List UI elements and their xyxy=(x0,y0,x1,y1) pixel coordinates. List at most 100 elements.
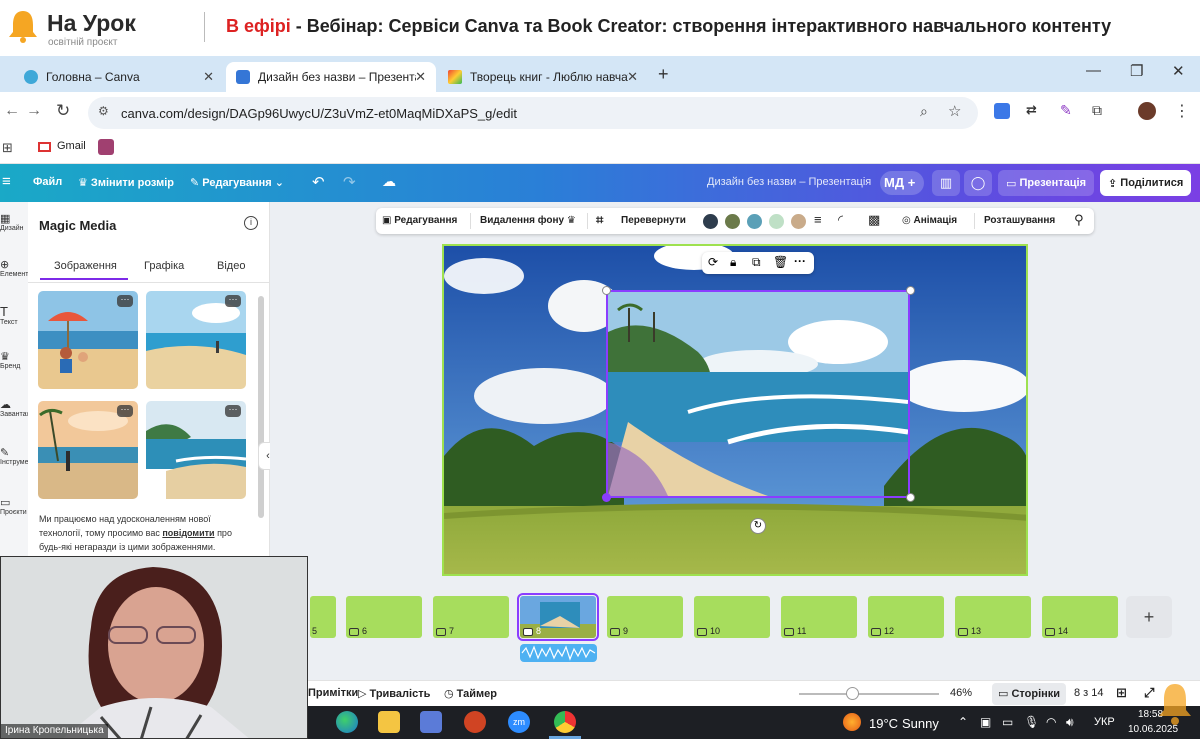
page-thumbnail[interactable]: 7 xyxy=(433,596,509,638)
zoom-app-icon[interactable]: zm xyxy=(508,711,530,733)
position-button[interactable]: Розташування xyxy=(984,215,1055,226)
page-thumbnail[interactable]: 11 xyxy=(781,596,857,638)
paint-format-icon[interactable]: ⚲ xyxy=(1074,212,1084,228)
bookmark-gmail[interactable]: Gmail xyxy=(57,140,86,152)
page-thumbnail-current[interactable]: 8 xyxy=(517,593,599,641)
delete-icon[interactable]: 🗑︎ xyxy=(773,255,788,269)
wifi-icon[interactable]: ◠ xyxy=(1046,715,1056,729)
color-swatch[interactable] xyxy=(747,214,762,229)
rail-text[interactable]: T Текст xyxy=(0,304,28,326)
duration-button[interactable]: ▷ Тривалість xyxy=(358,687,430,700)
minimize-button[interactable]: — xyxy=(1086,62,1101,79)
resize-handle[interactable] xyxy=(602,286,611,295)
tab-book-creator[interactable]: Творець книг - Люблю навчатися ✕ xyxy=(438,62,648,92)
file-explorer-icon[interactable] xyxy=(378,711,400,733)
resize-button[interactable]: ♛ Змінити розмір xyxy=(78,176,174,189)
corner-rounding-icon[interactable]: ◜ xyxy=(838,212,843,228)
rail-tools[interactable]: ✎ Інструменти xyxy=(0,446,39,466)
new-tab-button[interactable]: + xyxy=(658,64,669,85)
tab-graphics[interactable]: Графіка xyxy=(144,260,184,272)
tab-images[interactable]: Зображення xyxy=(54,260,117,272)
edge-icon[interactable] xyxy=(336,711,358,733)
resize-handle[interactable] xyxy=(906,493,915,502)
present-button[interactable]: ▭ Презентація xyxy=(998,170,1095,196)
selected-beach-image[interactable] xyxy=(606,290,910,498)
page-thumbnail[interactable]: 13 xyxy=(955,596,1031,638)
battery-icon[interactable]: ▭ xyxy=(1002,715,1013,729)
animation-button[interactable]: ◎ Анімація xyxy=(902,215,957,226)
menu-hamburger-icon[interactable]: ≡ xyxy=(2,173,11,190)
rotate-icon[interactable]: ↻ xyxy=(750,518,766,534)
rail-projects[interactable]: ▭ Проєкти xyxy=(0,496,28,516)
zoom-icon[interactable]: ⌕ xyxy=(920,103,928,120)
volume-icon[interactable]: 🔊︎ xyxy=(1066,715,1074,730)
back-arrow-icon[interactable]: ← xyxy=(4,102,20,120)
resize-handle[interactable] xyxy=(602,493,611,502)
regenerate-icon[interactable]: ⟳ xyxy=(708,255,718,269)
page-thumbnail[interactable]: 10 xyxy=(694,596,770,638)
transparency-icon[interactable]: ▩ xyxy=(868,212,880,228)
close-window-button[interactable]: ✕ xyxy=(1172,62,1185,80)
close-tab-icon[interactable]: ✕ xyxy=(203,69,214,85)
comment-icon[interactable]: ◯ xyxy=(964,170,992,196)
edit-image-button[interactable]: ▣ Редагування xyxy=(382,215,457,226)
powerpoint-icon[interactable] xyxy=(464,711,486,733)
zoom-level[interactable]: 46% xyxy=(950,687,972,699)
border-style-icon[interactable]: ≡ xyxy=(814,212,822,227)
rail-brand[interactable]: ♛ Бренд xyxy=(0,350,28,370)
redo-icon[interactable]: ↷ xyxy=(343,173,356,191)
share-button[interactable]: ⇪ Поділитися xyxy=(1100,170,1192,196)
color-swatch[interactable] xyxy=(725,214,740,229)
lock-icon[interactable]: 🔒︎ xyxy=(730,255,736,270)
pages-button[interactable]: ▭ Сторінки xyxy=(998,687,1060,700)
generated-image-thumb[interactable]: ··· xyxy=(146,401,246,499)
add-page-button[interactable]: + xyxy=(1126,596,1172,638)
translate-icon[interactable] xyxy=(994,103,1010,119)
close-tab-icon[interactable]: ✕ xyxy=(415,69,426,85)
audio-track[interactable] xyxy=(520,644,597,662)
page-thumbnail[interactable]: 12 xyxy=(868,596,944,638)
notes-button[interactable]: Примітки xyxy=(308,687,358,699)
more-options-icon[interactable]: ··· xyxy=(225,405,241,417)
maximize-button[interactable]: ❐ xyxy=(1130,62,1143,80)
extensions-puzzle-icon[interactable]: ⧉ xyxy=(1092,102,1102,119)
grid-view-icon[interactable]: ⊞ xyxy=(1116,685,1127,701)
report-link[interactable]: повідомити xyxy=(162,528,214,538)
weather-temp[interactable]: 19°C xyxy=(869,716,898,731)
pen-extension-icon[interactable]: ✎ xyxy=(1060,102,1072,119)
color-swatch[interactable] xyxy=(791,214,806,229)
insights-chart-icon[interactable]: ▥ xyxy=(932,170,960,196)
generated-image-thumb[interactable]: ··· xyxy=(146,291,246,389)
color-swatch[interactable] xyxy=(703,214,718,229)
tray-app-icon[interactable]: ▣ xyxy=(980,715,991,729)
browser-menu-icon[interactable]: ⋮ xyxy=(1174,101,1190,121)
weather-condition[interactable]: Sunny xyxy=(902,716,939,731)
flip-button[interactable]: Перевернути xyxy=(621,215,686,226)
rail-elements[interactable]: ⊕ Елементи xyxy=(0,258,32,278)
more-options-icon[interactable]: ··· xyxy=(117,295,133,307)
timer-button[interactable]: ◷ Таймер xyxy=(444,687,497,700)
more-icon[interactable]: ··· xyxy=(794,254,806,268)
apps-grid-icon[interactable]: ⊞ xyxy=(2,140,13,156)
page-counter[interactable]: 8 з 14 xyxy=(1074,687,1104,699)
close-tab-icon[interactable]: ✕ xyxy=(627,69,638,85)
design-title[interactable]: Дизайн без назви – Презентація xyxy=(707,176,871,188)
forward-arrow-icon[interactable]: → xyxy=(26,102,42,120)
bookmark-extension-icon[interactable] xyxy=(98,139,114,155)
url-field[interactable]: ⚙ canva.com/design/DAGp96UwycU/Z3uVmZ-et… xyxy=(88,97,978,129)
more-options-icon[interactable]: ··· xyxy=(117,405,133,417)
page-thumbnail[interactable]: 14 xyxy=(1042,596,1118,638)
cloud-save-icon[interactable]: ☁ xyxy=(382,173,396,190)
more-options-icon[interactable]: ··· xyxy=(225,295,241,307)
store-icon[interactable] xyxy=(420,711,442,733)
tab-canva-home[interactable]: Головна – Canva ✕ xyxy=(14,62,224,92)
fullscreen-icon[interactable]: ⤢ xyxy=(1144,685,1154,701)
file-menu[interactable]: Файл xyxy=(33,176,62,188)
tab-video[interactable]: Відео xyxy=(217,260,245,272)
undo-icon[interactable]: ↶ xyxy=(312,173,325,191)
resize-handle[interactable] xyxy=(906,286,915,295)
generated-image-thumb[interactable]: ··· xyxy=(38,291,138,389)
remove-background-button[interactable]: Видалення фону ♛ xyxy=(480,215,576,226)
bookmark-star-icon[interactable]: ☆ xyxy=(948,102,961,120)
generated-image-thumb[interactable]: ··· xyxy=(38,401,138,499)
